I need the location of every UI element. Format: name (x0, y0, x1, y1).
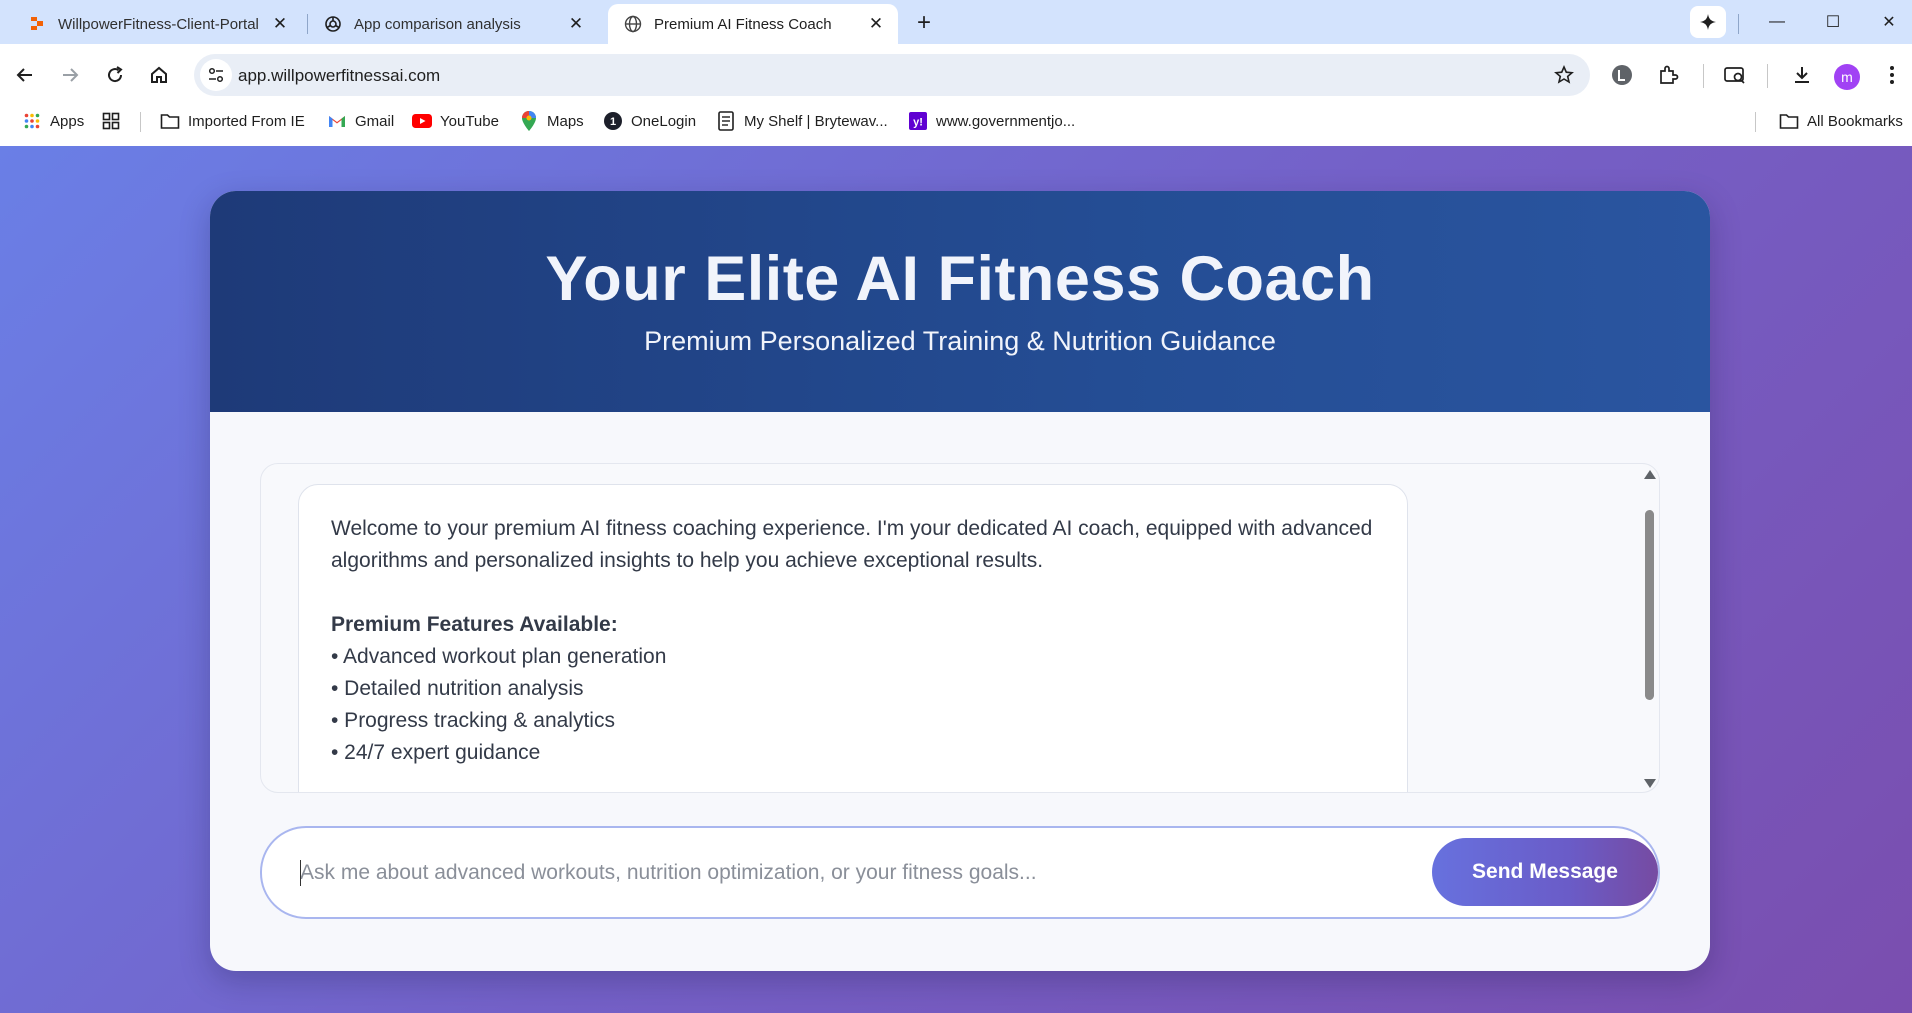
send-message-button[interactable]: Send Message (1432, 838, 1658, 906)
bookmark-label: www.governmentjo... (936, 112, 1076, 130)
bookmark-label: My Shelf | Brytewav... (744, 112, 888, 130)
message-input[interactable] (300, 850, 1400, 896)
bookmark-label: Imported From IE (188, 112, 305, 130)
profile-avatar[interactable]: m (1834, 64, 1860, 90)
globe-icon (624, 15, 642, 33)
home-button[interactable] (142, 58, 176, 92)
address-bar[interactable]: app.willpowerfitnessai.com (194, 54, 1590, 96)
close-window-button[interactable]: ✕ (1871, 6, 1907, 38)
yahoo-icon: y! (908, 111, 928, 131)
browser-menu-icon[interactable] (1880, 60, 1904, 90)
document-icon (716, 111, 736, 131)
tab-app-comparison[interactable]: App comparison analysis ✕ (308, 4, 598, 44)
bookmark-gmail[interactable]: Gmail (327, 106, 394, 136)
bookmark-youtube[interactable]: YouTube (412, 106, 499, 136)
toolbar-divider (1703, 64, 1704, 88)
folder-icon (160, 111, 180, 131)
tab-groups-icon (101, 111, 121, 131)
bookmark-label: Apps (50, 112, 85, 130)
bookmark-tab-groups[interactable] (101, 106, 129, 136)
tab-title: WillpowerFitness-Client-Portal (58, 15, 259, 33)
scroll-up-arrow-icon[interactable] (1644, 470, 1656, 479)
youtube-icon (412, 111, 432, 131)
bookmark-label: Gmail (355, 112, 395, 130)
bookmark-divider (1755, 112, 1756, 132)
bookmark-star-icon[interactable] (1552, 63, 1576, 87)
bookmark-label: YouTube (440, 112, 499, 130)
home-icon (151, 66, 167, 83)
bookmark-divider (140, 112, 141, 132)
page-subtitle: Premium Personalized Training & Nutritio… (644, 326, 1276, 356)
minimize-button[interactable]: — (1759, 6, 1795, 38)
all-bookmarks[interactable]: All Bookmarks (1779, 106, 1903, 136)
welcome-text: Welcome to your premium AI fitness coach… (331, 517, 1373, 572)
svg-text:y!: y! (913, 117, 923, 129)
feature-item: • 24/7 expert guidance (331, 741, 541, 764)
svg-text:1: 1 (610, 116, 616, 128)
browser-toolbar: app.willpowerfitnessai.com m (0, 44, 1912, 106)
feature-item: • Progress tracking & analytics (331, 709, 615, 732)
page-title: Your Elite AI Fitness Coach (545, 244, 1375, 314)
reload-button[interactable] (98, 58, 132, 92)
bookmark-maps[interactable]: Maps (519, 106, 584, 136)
lastpass-icon[interactable] (1607, 60, 1637, 90)
chat-messages[interactable]: Welcome to your premium AI fitness coach… (260, 463, 1660, 793)
bookmark-my-shelf[interactable]: My Shelf | Brytewav... (716, 106, 888, 136)
bookmark-label: OneLogin (631, 112, 697, 130)
site-info-icon[interactable] (200, 59, 232, 91)
forward-arrow-icon (63, 68, 79, 82)
extensions-icon[interactable] (1653, 60, 1683, 90)
back-arrow-icon (16, 68, 32, 82)
url-text: app.willpowerfitnessai.com (238, 66, 441, 85)
bookmark-imported-from-ie[interactable]: Imported From IE (160, 106, 305, 136)
download-icon[interactable] (1787, 60, 1817, 90)
close-tab-icon[interactable]: ✕ (566, 14, 586, 34)
tab-title: App comparison analysis (354, 15, 521, 33)
features-heading: Premium Features Available: (331, 613, 618, 636)
scroll-thumb[interactable] (1645, 510, 1654, 700)
feature-item: • Detailed nutrition analysis (331, 677, 584, 700)
tab-premium-ai-fitness-coach[interactable]: Premium AI Fitness Coach ✕ (608, 4, 898, 44)
close-tab-icon[interactable]: ✕ (866, 14, 886, 34)
gemini-icon[interactable] (1690, 6, 1726, 38)
maps-icon (519, 111, 539, 131)
back-button[interactable] (8, 58, 42, 92)
bookmark-label: Maps (547, 112, 584, 130)
scroll-down-arrow-icon[interactable] (1644, 779, 1656, 788)
tab-willpowerfitness-portal[interactable]: WillpowerFitness-Client-Portal ✕ (12, 4, 302, 44)
tab-strip: WillpowerFitness-Client-Portal ✕ App com… (0, 0, 1912, 44)
reload-icon (108, 66, 123, 83)
text-cursor (300, 860, 301, 886)
new-tab-button[interactable]: + (909, 8, 939, 38)
coach-card: Your Elite AI Fitness Coach Premium Pers… (210, 191, 1710, 971)
toolbar-divider (1767, 64, 1768, 88)
replit-icon (28, 15, 46, 33)
feature-item: • Advanced workout plan generation (331, 645, 667, 668)
chatgpt-icon (324, 15, 342, 33)
bookmark-onelogin[interactable]: 1 OneLogin (603, 106, 696, 136)
close-tab-icon[interactable]: ✕ (270, 14, 290, 34)
message-composer: Send Message (260, 826, 1660, 919)
folder-icon (1779, 111, 1799, 131)
tab-title: Premium AI Fitness Coach (654, 15, 832, 33)
gmail-icon (327, 111, 347, 131)
forward-button[interactable] (53, 58, 87, 92)
maximize-button[interactable]: ☐ (1815, 6, 1851, 38)
chat-scrollbar[interactable] (1641, 464, 1657, 792)
bookmark-governmentjobs[interactable]: y! www.governmentjo... (908, 106, 1075, 136)
assistant-message: Welcome to your premium AI fitness coach… (298, 484, 1408, 792)
bookmark-apps[interactable]: Apps (22, 106, 84, 136)
window-divider (1738, 14, 1739, 34)
bookmarks-bar: Apps Imported From IE Gmail YouTube Maps… (0, 106, 1912, 146)
onelogin-icon: 1 (603, 111, 623, 131)
apps-grid-icon (22, 111, 42, 131)
tab-search-icon[interactable] (1720, 60, 1750, 90)
page-viewport: Your Elite AI Fitness Coach Premium Pers… (0, 146, 1912, 1013)
hero-header: Your Elite AI Fitness Coach Premium Pers… (210, 191, 1710, 412)
all-bookmarks-label: All Bookmarks (1807, 112, 1903, 130)
